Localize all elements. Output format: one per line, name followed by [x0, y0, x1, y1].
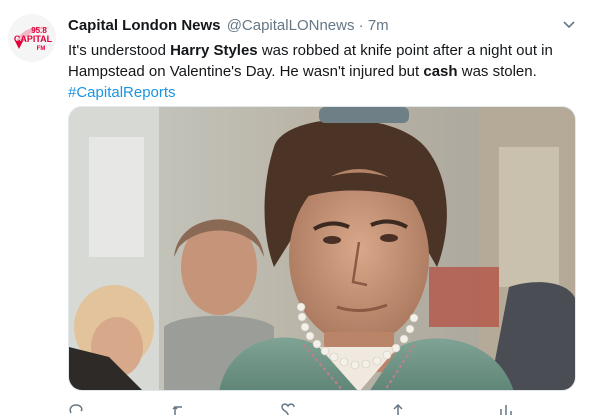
chevron-down-icon[interactable] — [560, 16, 578, 34]
tweet-header: Capital London News @CapitalLONnews · 7m — [68, 16, 389, 36]
like-icon[interactable] — [280, 402, 296, 416]
author-handle[interactable]: @CapitalLONnews — [227, 17, 355, 34]
share-icon[interactable] — [390, 402, 406, 415]
reply-icon[interactable] — [68, 402, 84, 414]
tweet-text-bold-word: cash — [423, 63, 458, 80]
logo-band: FM — [37, 46, 46, 52]
separator-dot: · — [358, 17, 364, 34]
tweet-text: It's understood Harry Styles was robbed … — [68, 40, 578, 103]
hashtag-link[interactable]: #CapitalReports — [68, 84, 176, 101]
analytics-icon[interactable] — [498, 402, 514, 415]
author-name[interactable]: Capital London News — [68, 17, 221, 34]
tweet-text-segment: It's understood — [68, 42, 171, 59]
timestamp[interactable]: 7m — [368, 17, 389, 34]
tweet-actions — [68, 400, 578, 416]
photo-of-man-in-street — [69, 107, 575, 390]
tweet[interactable]: 95.8 CAPITAL FM Capital London News @Cap… — [0, 0, 594, 416]
retweet-icon[interactable] — [172, 402, 188, 415]
avatar[interactable]: 95.8 CAPITAL FM — [8, 14, 56, 62]
tweet-photo[interactable] — [68, 106, 576, 391]
tweet-text-bold-name: Harry Styles — [170, 42, 258, 59]
tweet-text-segment: was stolen. — [457, 63, 537, 80]
capital-fm-logo: 95.8 CAPITAL FM — [8, 14, 56, 62]
